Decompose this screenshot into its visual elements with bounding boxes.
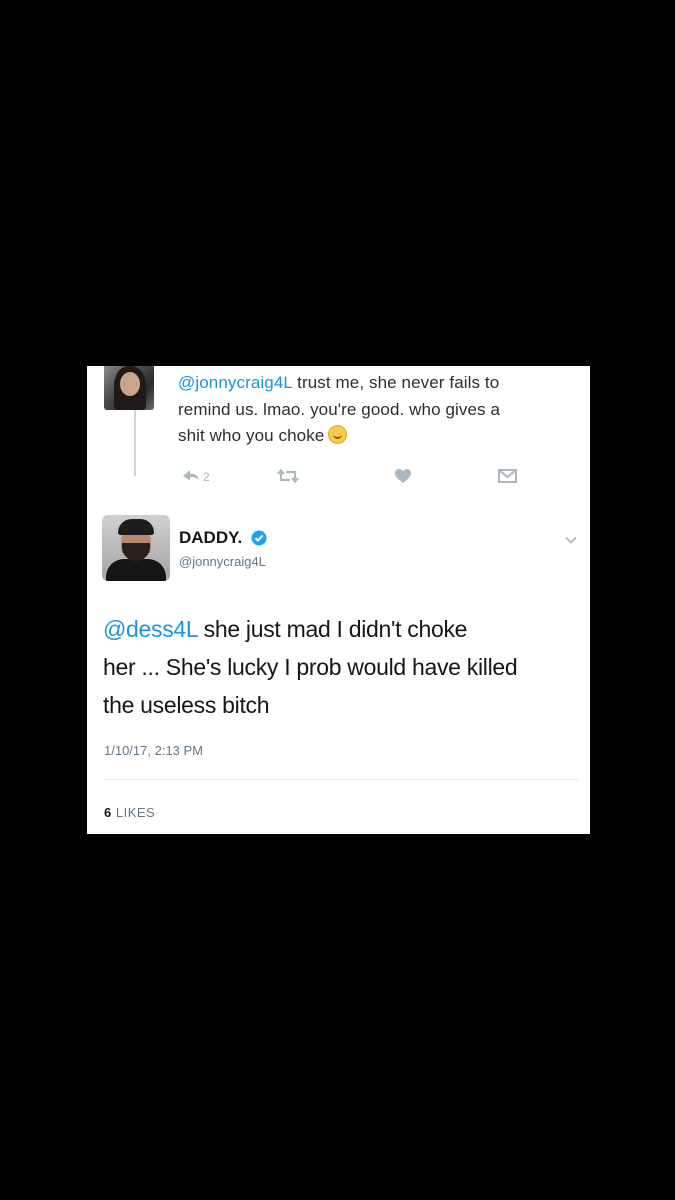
divider (103, 779, 578, 780)
chevron-down-icon (565, 536, 577, 544)
author-name-row[interactable]: DADDY. (179, 528, 267, 550)
like-button[interactable] (393, 466, 413, 486)
author-handle[interactable]: @jonnycraig4L (179, 554, 266, 569)
author-display-name[interactable]: DADDY. (179, 528, 242, 547)
retweet-button[interactable] (276, 466, 300, 486)
tweet-mention-link[interactable]: @dess4L (103, 616, 198, 642)
retweet-icon (277, 468, 299, 484)
verified-badge-icon (251, 530, 267, 546)
svg-text:2: 2 (203, 470, 210, 484)
reply-text: @jonnycraig4L trust me, she never fails … (178, 373, 501, 445)
direct-message-button[interactable] (497, 466, 519, 486)
upside-down-face-emoji (328, 425, 348, 444)
like-icon (395, 469, 411, 483)
tweet-timestamp[interactable]: 1/10/17, 2:13 PM (104, 743, 203, 758)
likes-count[interactable]: 6 LIKES (104, 805, 155, 820)
direct-message-icon (498, 469, 517, 483)
reply-button[interactable]: 2 (181, 466, 215, 486)
reply-avatar[interactable] (104, 366, 154, 410)
author-avatar[interactable] (102, 515, 170, 581)
more-options-button[interactable] (564, 532, 578, 550)
reply-mention-link[interactable]: @jonnycraig4L (178, 373, 292, 392)
tweet-card: @jonnycraig4L trust me, she never fails … (87, 366, 590, 834)
thread-line (134, 410, 136, 476)
reply-icon: 2 (183, 470, 210, 484)
tweet-text: @dess4L she just mad I didn't choke her … (103, 616, 518, 718)
reply-action-bar: 2 (181, 466, 521, 488)
